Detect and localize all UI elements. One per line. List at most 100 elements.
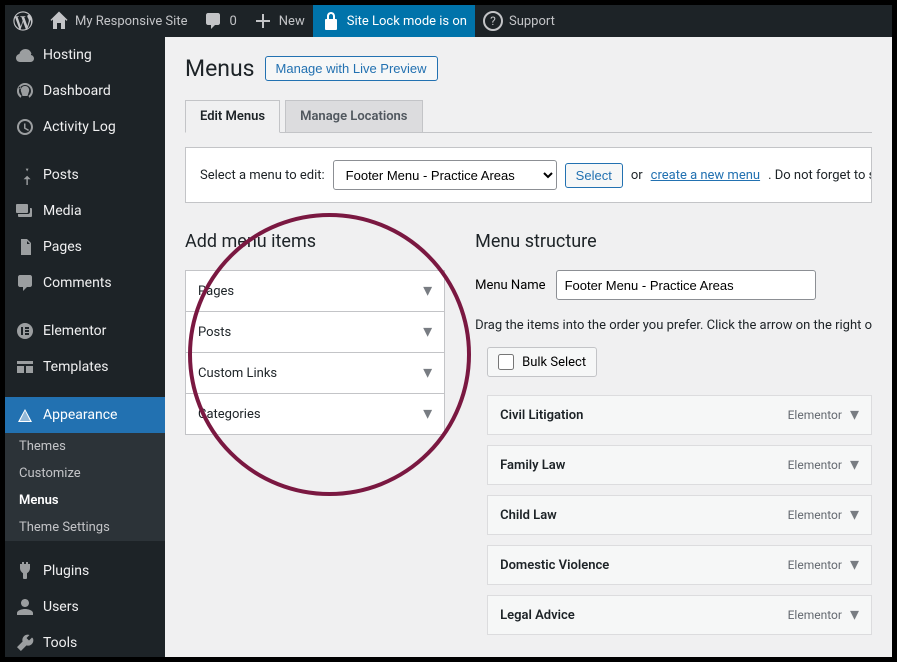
tab-manage-locations[interactable]: Manage Locations: [285, 100, 422, 132]
page-title: Menus: [185, 55, 255, 82]
menu-name-label: Menu Name: [475, 278, 545, 293]
accordion-label: Categories: [198, 407, 261, 422]
new-content-link[interactable]: New: [245, 5, 313, 37]
wp-logo[interactable]: [5, 5, 41, 37]
menu-structure-item[interactable]: Family Law Elementor ▾: [487, 445, 872, 485]
sidebar-item-posts[interactable]: Posts: [5, 157, 165, 193]
comments-link[interactable]: 0: [195, 5, 244, 37]
sidebar-item-appearance[interactable]: Appearance: [5, 397, 165, 433]
sidebar-item-tools[interactable]: Tools: [5, 625, 165, 661]
save-hint: . Do not forget to save your: [768, 168, 872, 183]
sidebar-label: Activity Log: [43, 119, 116, 135]
home-icon: [49, 11, 69, 31]
sidebar-item-elementor[interactable]: Elementor: [5, 313, 165, 349]
tools-icon: [15, 633, 35, 653]
menu-item-type: Elementor: [788, 608, 842, 622]
sidebar-label: Pages: [43, 239, 82, 255]
accordion-label: Custom Links: [198, 366, 277, 381]
chevron-down-icon[interactable]: ▾: [850, 556, 859, 574]
sidebar-label: Users: [43, 599, 79, 615]
site-name-link[interactable]: My Responsive Site: [41, 5, 195, 37]
menu-item-title: Civil Litigation: [500, 408, 583, 423]
select-button[interactable]: Select: [565, 163, 623, 188]
sidebar-item-media[interactable]: Media: [5, 193, 165, 229]
accordion-label: Pages: [198, 284, 234, 299]
comment-icon: [203, 11, 223, 31]
menu-structure-item[interactable]: Domestic Violence Elementor▾: [487, 545, 872, 585]
sidebar-label: Posts: [43, 167, 79, 183]
sidebar-label: Media: [43, 203, 82, 219]
submenu-theme-settings[interactable]: Theme Settings: [5, 514, 165, 541]
create-menu-link[interactable]: create a new menu: [651, 168, 760, 183]
chevron-down-icon[interactable]: ▾: [850, 606, 859, 624]
dashboard-icon: [15, 81, 35, 101]
page-icon: [15, 237, 35, 257]
accordion-label: Posts: [198, 325, 231, 340]
lock-label: Site Lock mode is on: [347, 14, 467, 29]
chevron-down-icon[interactable]: ▾: [850, 506, 859, 524]
select-label: Select a menu to edit:: [200, 168, 325, 183]
comment-icon: [15, 273, 35, 293]
sidebar-item-users[interactable]: Users: [5, 589, 165, 625]
sidebar-item-dashboard[interactable]: Dashboard: [5, 73, 165, 109]
sidebar-label: Elementor: [43, 323, 106, 339]
accordion-categories[interactable]: Categories ▾: [186, 394, 444, 434]
sidebar-item-templates[interactable]: Templates: [5, 349, 165, 385]
accordion-posts[interactable]: Posts ▾: [186, 312, 444, 353]
sidebar-item-pages[interactable]: Pages: [5, 229, 165, 265]
bulk-select-label: Bulk Select: [522, 355, 586, 370]
bulk-select-checkbox[interactable]: [498, 354, 514, 370]
bulk-select-toggle[interactable]: Bulk Select: [487, 347, 597, 377]
comments-count: 0: [229, 14, 236, 29]
or-text: or: [631, 168, 643, 183]
sidebar-label: Tools: [43, 635, 77, 651]
help-icon: ?: [483, 11, 503, 31]
menu-item-type: Elementor: [788, 458, 842, 472]
sidebar-label: Hosting: [43, 47, 92, 63]
menu-item-title: Legal Advice: [500, 608, 575, 623]
chevron-down-icon: ▾: [423, 405, 432, 423]
tab-edit-menus[interactable]: Edit Menus: [185, 100, 280, 133]
sidebar-label: Comments: [43, 275, 112, 291]
menu-select[interactable]: Footer Menu - Practice Areas: [333, 160, 557, 190]
menu-name-input[interactable]: [556, 270, 816, 300]
chevron-down-icon: ▾: [423, 323, 432, 341]
support-link[interactable]: ? Support: [475, 5, 563, 37]
structure-column: Menu structure Menu Name Drag the items …: [475, 231, 872, 645]
site-name-label: My Responsive Site: [75, 14, 187, 29]
menu-item-title: Family Law: [500, 458, 565, 473]
site-lock-indicator[interactable]: Site Lock mode is on: [313, 5, 475, 37]
cloud-icon: [15, 45, 35, 65]
chevron-down-icon[interactable]: ▾: [850, 406, 859, 424]
accordion-pages[interactable]: Pages ▾: [186, 271, 444, 312]
sidebar-item-hosting[interactable]: Hosting: [5, 37, 165, 73]
submenu-themes[interactable]: Themes: [5, 433, 165, 460]
elementor-icon: [15, 321, 35, 341]
sidebar-item-comments[interactable]: Comments: [5, 265, 165, 301]
drag-hint: Drag the items into the order you prefer…: [475, 318, 872, 333]
sidebar-label: Templates: [43, 359, 109, 375]
live-preview-button[interactable]: Manage with Live Preview: [265, 56, 438, 81]
chevron-down-icon[interactable]: ▾: [850, 456, 859, 474]
sidebar-item-plugins[interactable]: Plugins: [5, 553, 165, 589]
chevron-down-icon: ▾: [423, 364, 432, 382]
plus-icon: [253, 11, 273, 31]
sidebar-label: Dashboard: [43, 83, 111, 99]
new-label: New: [279, 14, 305, 29]
menu-structure-item[interactable]: Civil Litigation Elementor▾: [487, 395, 872, 435]
user-icon: [15, 597, 35, 617]
media-icon: [15, 201, 35, 221]
lock-icon: [321, 11, 341, 31]
menu-item-type: Elementor: [788, 558, 842, 572]
appearance-icon: [15, 405, 35, 425]
accordion-custom-links[interactable]: Custom Links ▾: [186, 353, 444, 394]
menu-structure-item[interactable]: Child Law Elementor▾: [487, 495, 872, 535]
menu-structure-item[interactable]: Legal Advice Elementor ▾: [487, 595, 872, 635]
pin-icon: [15, 165, 35, 185]
submenu-menus[interactable]: Menus: [5, 487, 165, 514]
sidebar-item-activity-log[interactable]: Activity Log: [5, 109, 165, 145]
plugin-icon: [15, 561, 35, 581]
admin-toolbar: My Responsive Site 0 New Site Lock mode …: [5, 5, 892, 37]
svg-text:?: ?: [490, 14, 496, 28]
submenu-customize[interactable]: Customize: [5, 460, 165, 487]
